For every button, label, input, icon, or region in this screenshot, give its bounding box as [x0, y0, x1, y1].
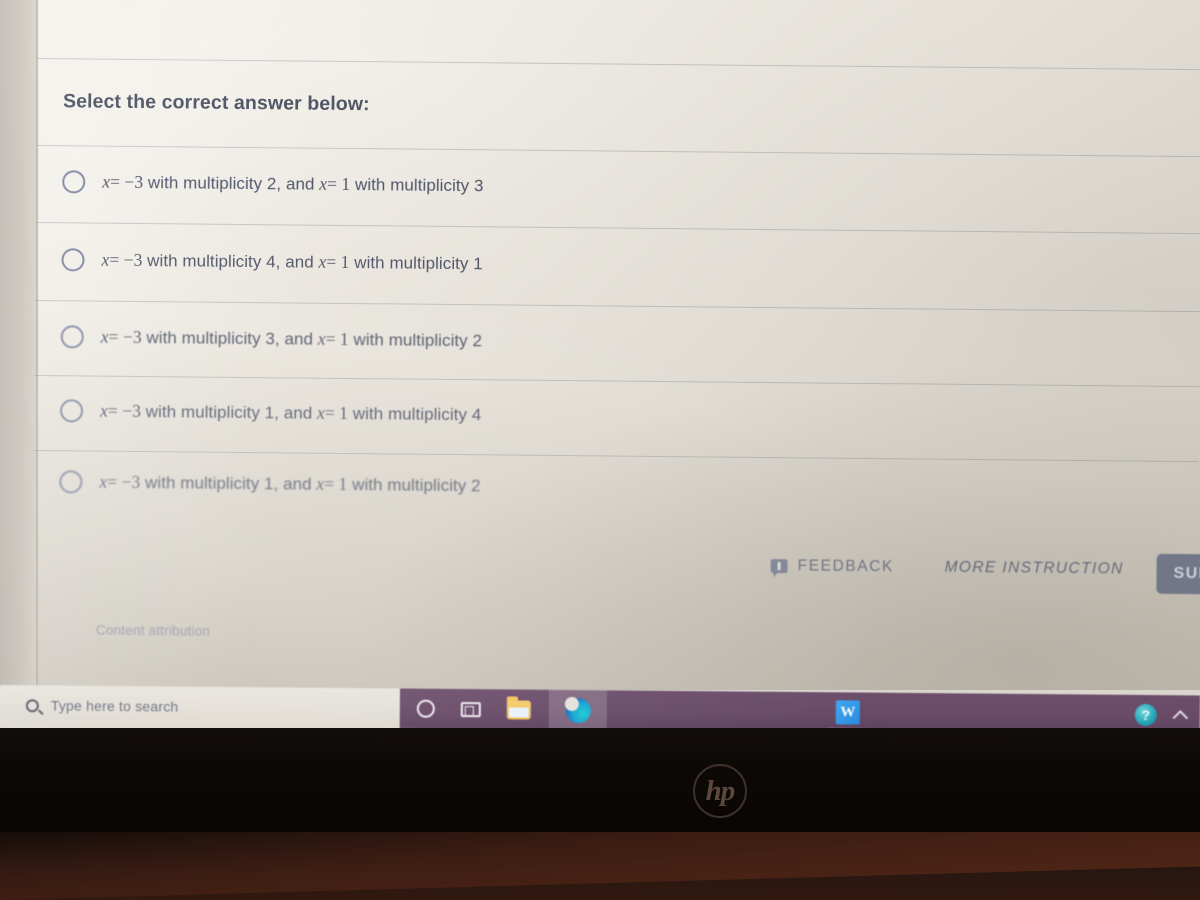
divider: [37, 57, 1200, 71]
microsoft-edge-icon: [565, 697, 591, 723]
radio-button-a[interactable]: [62, 170, 86, 194]
taskbar-pinned-icons: [405, 689, 608, 728]
answer-option-e[interactable]: x= −3 with multiplicity 1, and x= 1 with…: [59, 470, 481, 497]
question-content: Select the correct answer below: x= −3 w…: [31, 0, 1200, 701]
radio-button-b[interactable]: [61, 248, 85, 272]
math-variable: x: [99, 471, 108, 492]
cortana-icon[interactable]: [416, 699, 435, 718]
math-variable: x: [101, 249, 110, 270]
file-explorer-icon[interactable]: [506, 699, 531, 720]
math-variable: x: [318, 251, 327, 272]
more-instruction-button[interactable]: MORE INSTRUCTION: [945, 559, 1124, 579]
system-tray: ?: [1134, 695, 1189, 728]
photo-of-laptop-screen: hp Select the correct answer below: x= −…: [0, 0, 1200, 900]
math-equation: = 1: [326, 173, 351, 195]
option-mid-text: with multiplicity 1, and: [140, 473, 317, 494]
answer-option-c-label: x= −3 with multiplicity 3, and x= 1 with…: [101, 327, 482, 352]
divider: [33, 449, 1199, 463]
search-placeholder: Type here to search: [50, 697, 179, 715]
option-tail-text: with multiplicity 2: [348, 329, 483, 351]
math-equation: = −3: [109, 171, 144, 193]
divider: [35, 299, 1200, 313]
radio-button-c[interactable]: [60, 325, 84, 349]
task-view-icon[interactable]: [460, 701, 481, 717]
submit-button[interactable]: SUBMIT: [1156, 553, 1200, 595]
answer-option-d-label: x= −3 with multiplicity 1, and x= 1 with…: [100, 401, 481, 426]
laptop-bezel: [0, 722, 1200, 832]
radio-button-e[interactable]: [59, 470, 83, 494]
speech-bubble-icon: [770, 559, 788, 574]
feedback-label: FEEDBACK: [797, 557, 895, 576]
chevron-up-icon[interactable]: [1172, 709, 1189, 726]
answer-option-b-label: x= −3 with multiplicity 4, and x= 1 with…: [101, 250, 482, 275]
option-tail-text: with multiplicity 4: [347, 403, 482, 425]
microsoft-edge-button[interactable]: [548, 689, 608, 728]
divider: [36, 144, 1200, 158]
divider: [34, 374, 1200, 388]
answer-option-a[interactable]: x= −3 with multiplicity 2, and x= 1 with…: [62, 170, 484, 197]
option-tail-text: with multiplicity 1: [349, 253, 483, 274]
math-variable: x: [100, 326, 109, 347]
option-mid-text: with multiplicity 2, and: [143, 173, 320, 194]
math-equation: = 1: [326, 251, 350, 273]
answer-option-c[interactable]: x= −3 with multiplicity 3, and x= 1 with…: [60, 325, 482, 352]
taskbar-search-box[interactable]: Type here to search: [0, 685, 401, 728]
radio-button-d[interactable]: [59, 399, 84, 423]
math-equation: = 1: [324, 402, 349, 423]
hp-logo: hp: [693, 764, 747, 818]
question-prompt: Select the correct answer below:: [62, 90, 370, 116]
answer-option-a-label: x= −3 with multiplicity 2, and x= 1 with…: [102, 172, 483, 197]
math-equation: = −3: [109, 249, 143, 271]
help-icon[interactable]: ?: [1134, 703, 1157, 727]
math-equation: = 1: [324, 473, 348, 494]
question-action-bar: FEEDBACK MORE INSTRUCTION SUBMIT: [32, 540, 1200, 605]
option-mid-text: with multiplicity 1, and: [140, 402, 318, 423]
answer-option-e-label: x= −3 with multiplicity 1, and x= 1 with…: [99, 472, 480, 497]
divider: [35, 221, 1200, 235]
option-tail-text: with multiplicity 2: [347, 474, 481, 496]
laptop-screen: Select the correct answer below: x= −3 w…: [0, 0, 1200, 728]
math-equation: = −3: [107, 471, 141, 493]
feedback-button[interactable]: FEEDBACK: [770, 557, 895, 576]
math-variable: x: [316, 402, 325, 423]
math-equation: = −3: [107, 400, 142, 422]
option-mid-text: with multiplicity 3, and: [141, 328, 318, 349]
math-variable: x: [317, 328, 326, 349]
math-variable: x: [316, 473, 325, 494]
answer-option-b[interactable]: x= −3 with multiplicity 4, and x= 1 with…: [61, 248, 483, 275]
math-equation: = −3: [108, 326, 142, 348]
microsoft-word-icon[interactable]: W: [835, 700, 860, 725]
math-equation: = 1: [325, 328, 349, 349]
math-variable: x: [102, 171, 111, 192]
answer-option-d[interactable]: x= −3 with multiplicity 1, and x= 1 with…: [59, 399, 481, 426]
content-attribution-link[interactable]: Content attribution: [96, 623, 210, 639]
option-mid-text: with multiplicity 4, and: [142, 251, 319, 272]
option-tail-text: with multiplicity 3: [350, 175, 484, 196]
math-variable: x: [319, 173, 328, 194]
search-icon: [23, 696, 42, 715]
math-variable: x: [99, 400, 108, 421]
